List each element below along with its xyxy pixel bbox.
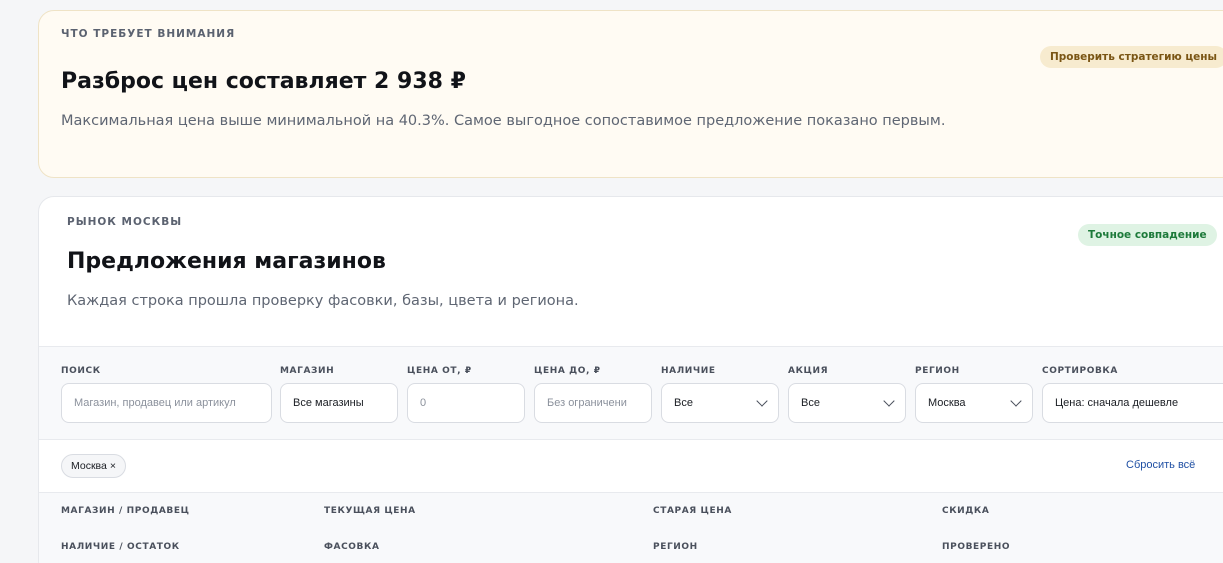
- column-header-availability: НАЛИЧИЕ / ОСТАТОК: [61, 542, 180, 552]
- promo-select[interactable]: Все: [788, 383, 906, 423]
- offers-eyebrow: РЫНОК МОСКВЫ: [67, 216, 183, 228]
- offers-title: Предложения магазинов: [67, 249, 386, 274]
- column-header-current-price: ТЕКУЩАЯ ЦЕНА: [324, 506, 416, 516]
- availability-value: Все: [674, 397, 693, 409]
- store-offers-panel: РЫНОК МОСКВЫ Предложения магазинов Кажда…: [38, 196, 1223, 563]
- promo-value: Все: [801, 397, 820, 409]
- region-value: Москва: [928, 397, 966, 409]
- store-select[interactable]: Все магазины: [280, 383, 398, 423]
- column-header-old-price: СТАРАЯ ЦЕНА: [653, 506, 732, 516]
- alert-description: Максимальная цена выше минимальной на 40…: [61, 113, 946, 129]
- region-label: РЕГИОН: [915, 366, 960, 376]
- region-select[interactable]: Москва: [915, 383, 1033, 423]
- filter-chip-moscow[interactable]: Москва ×: [61, 454, 126, 478]
- column-header-store: МАГАЗИН / ПРОДАВЕЦ: [61, 506, 190, 516]
- chip-label: Москва: [71, 460, 107, 472]
- price-from-input[interactable]: 0: [407, 383, 525, 423]
- exact-match-badge: Точное совпадение: [1078, 224, 1217, 246]
- store-label: МАГАЗИН: [280, 366, 335, 376]
- column-header-discount: СКИДКА: [942, 506, 990, 516]
- offers-table-header: МАГАЗИН / ПРОДАВЕЦ ТЕКУЩАЯ ЦЕНА СТАРАЯ Ц…: [39, 492, 1223, 563]
- reset-all-link[interactable]: Сбросить всё: [1126, 459, 1195, 471]
- column-header-region: РЕГИОН: [653, 542, 698, 552]
- filters-bar: ПОИСК Магазин, продавец или артикул МАГА…: [39, 346, 1223, 440]
- check-price-strategy-button[interactable]: Проверить стратегию цены: [1040, 46, 1223, 68]
- chevron-down-icon: [1010, 395, 1022, 407]
- price-from-label: ЦЕНА ОТ, ₽: [407, 366, 472, 376]
- chevron-down-icon: [756, 395, 768, 407]
- price-spread-alert: ЧТО ТРЕБУЕТ ВНИМАНИЯ Разброс цен составл…: [38, 10, 1223, 178]
- offers-description: Каждая строка прошла проверку фасовки, б…: [67, 293, 579, 309]
- alert-title: Разброс цен составляет 2 938 ₽: [61, 69, 466, 94]
- search-input[interactable]: Магазин, продавец или артикул: [61, 383, 272, 423]
- price-to-input[interactable]: Без ограничени: [534, 383, 652, 423]
- active-filters-row: Москва × Сбросить всё: [39, 440, 1223, 492]
- alert-eyebrow: ЧТО ТРЕБУЕТ ВНИМАНИЯ: [61, 28, 236, 40]
- close-icon[interactable]: ×: [110, 460, 116, 472]
- sort-select[interactable]: Цена: сначала дешевле: [1042, 383, 1223, 423]
- column-header-verified: ПРОВЕРЕНО: [942, 542, 1011, 552]
- chevron-down-icon: [883, 395, 895, 407]
- column-header-packaging: ФАСОВКА: [324, 542, 380, 552]
- availability-select[interactable]: Все: [661, 383, 779, 423]
- price-to-label: ЦЕНА ДО, ₽: [534, 366, 601, 376]
- search-label: ПОИСК: [61, 366, 101, 376]
- promo-label: АКЦИЯ: [788, 366, 829, 376]
- sort-label: СОРТИРОВКА: [1042, 366, 1118, 376]
- availability-label: НАЛИЧИЕ: [661, 366, 716, 376]
